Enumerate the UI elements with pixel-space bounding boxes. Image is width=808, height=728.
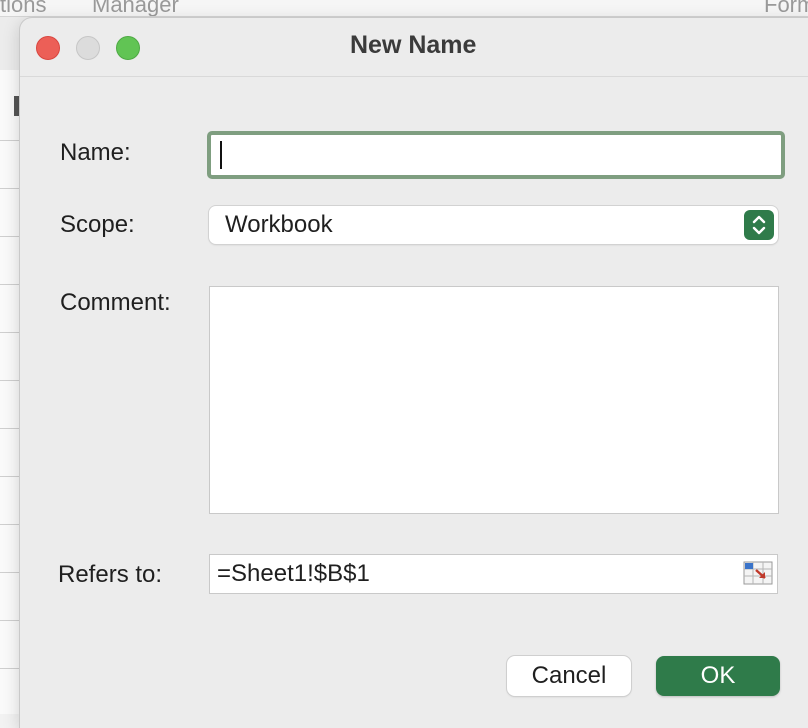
scope-selected-value: Workbook <box>225 211 333 238</box>
ok-button[interactable]: OK <box>656 656 780 696</box>
text-caret <box>220 141 222 169</box>
refers-to-label: Refers to: <box>58 561 163 588</box>
close-window-button[interactable] <box>36 36 60 60</box>
name-input[interactable] <box>207 131 785 179</box>
refers-to-value: =Sheet1!$B$1 <box>217 560 370 587</box>
cancel-button[interactable]: Cancel <box>507 656 631 696</box>
scope-select[interactable]: Workbook <box>209 206 778 244</box>
comment-textarea[interactable] <box>209 286 779 514</box>
ribbon-fragment-right: Form <box>764 0 808 17</box>
sheet-row-strip <box>0 70 22 714</box>
up-down-chevron-icon[interactable] <box>744 210 774 240</box>
scope-label: Scope: <box>60 211 135 238</box>
comment-label: Comment: <box>60 289 171 316</box>
minimize-window-button[interactable] <box>76 36 100 60</box>
ribbon-fragment-left: tions <box>0 0 47 17</box>
refers-to-input[interactable]: =Sheet1!$B$1 <box>209 554 778 594</box>
name-label: Name: <box>60 139 131 166</box>
dialog-titlebar: New Name <box>20 18 808 77</box>
range-collapse-icon[interactable] <box>743 561 773 585</box>
maximize-window-button[interactable] <box>116 36 140 60</box>
ribbon-fragment-manager: Manager <box>92 0 179 17</box>
ribbon-background: tions Manager Form <box>0 0 808 17</box>
new-name-dialog: New Name Name: Scope: Workbook Comment: … <box>20 18 808 728</box>
